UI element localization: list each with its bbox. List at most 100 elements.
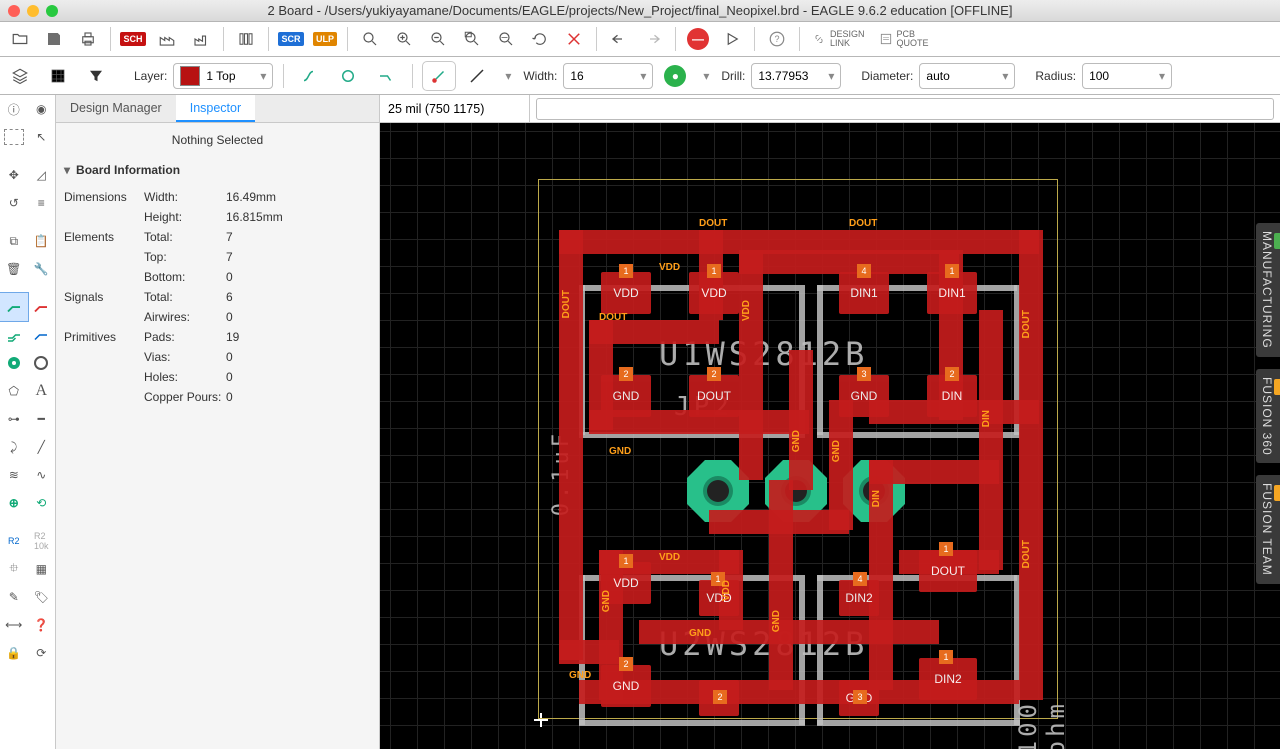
text-tool[interactable]: A [28,377,56,405]
radius-select[interactable]: 100▾ [1082,63,1172,89]
pkg-tool[interactable]: ▦ [28,555,56,583]
select-arrow-tool[interactable]: ↖ [28,123,55,151]
paint-tool[interactable]: ✎ [0,583,28,611]
tab-inspector[interactable]: Inspector [176,95,255,122]
hole-tool[interactable] [28,349,56,377]
drill-select[interactable]: 13.77953▾ [751,63,841,89]
board-info-header[interactable]: ▾ Board Information [56,157,379,183]
show-tool[interactable]: ◉ [28,95,56,123]
maximize-window-button[interactable] [46,5,58,17]
command-input[interactable] [536,98,1274,120]
cancel-button[interactable] [558,25,590,53]
diameter-select[interactable]: auto▾ [919,63,1015,89]
name-tool[interactable]: R2 [0,527,28,555]
factory2-icon [192,30,210,48]
redraw-button[interactable] [524,25,556,53]
go-via-button[interactable]: ● [659,62,691,90]
ripup-tool[interactable] [28,293,56,321]
info-tool[interactable]: ⓘ [0,95,28,123]
stop-button[interactable]: — [682,25,714,53]
via-dd[interactable]: ▾ [697,62,715,90]
attribute-tool[interactable]: 🏷 [28,583,56,611]
print-button[interactable] [72,25,104,53]
manufacturing-button[interactable] [185,25,217,53]
layers-display-button[interactable] [4,62,36,90]
go-button[interactable] [716,25,748,53]
pcb-quote-button[interactable]: PCB QUOTE [873,25,935,53]
lock-tool[interactable]: 🔒 [0,639,28,667]
wire-style-dd[interactable]: ▾ [499,62,517,90]
zoom-in-button[interactable] [388,25,420,53]
filter-button[interactable] [80,62,112,90]
save-button[interactable] [38,25,70,53]
mirror-tool[interactable]: ◿ [28,161,56,189]
miter-tool[interactable]: ≋ [0,461,28,489]
zoom-window-button[interactable] [456,25,488,53]
dock-tab-manufacturing[interactable]: MANUFACTURING [1256,223,1280,357]
change-tool[interactable]: 🔧 [28,255,56,283]
library-button[interactable] [230,25,262,53]
delete-tool[interactable]: 🗑 [0,255,28,283]
route-tool[interactable] [0,293,28,321]
copy-tool[interactable]: ⧉ [0,227,28,255]
wire-style-button[interactable] [461,62,493,90]
help-button[interactable]: ? [761,25,793,53]
group-tool[interactable] [4,129,24,145]
smash-tool[interactable]: ⯐ [0,555,28,583]
quickroute-tool[interactable] [28,321,56,349]
rotate-tool[interactable]: ↺ [0,189,28,217]
dock-tab-fusion360[interactable]: FUSION 360 [1256,369,1280,464]
cam-button[interactable] [151,25,183,53]
radius-value: 100 [1089,69,1109,83]
undo-button[interactable] [603,25,635,53]
slice-tool[interactable]: ╱ [28,433,56,461]
measure-tool[interactable]: ❓ [28,611,56,639]
value-tool[interactable]: R210k [28,527,56,555]
ripup-icon [32,298,50,316]
route-mode1-button[interactable] [294,62,326,90]
zoom-fit-button[interactable] [354,25,386,53]
polygon-tool[interactable]: ⬠ [0,377,28,405]
split-tool[interactable]: ⤸ [0,433,28,461]
layer-select[interactable]: 1 Top ▾ [173,63,273,89]
paste-tool[interactable]: 📋 [28,227,56,255]
minimize-window-button[interactable] [27,5,39,17]
pcb-canvas[interactable]: U1WS2812B U2WS2812B JP2 100 ohm 0.1uF [380,123,1280,749]
move-tool[interactable]: ✥ [0,161,28,189]
script-button[interactable]: SCR [275,25,307,53]
meander-tool[interactable]: ∿ [28,461,56,489]
redo-button[interactable] [637,25,669,53]
route-mode2-button[interactable] [332,62,364,90]
chevron-down-icon: ▾ [260,69,266,83]
route-multi-tool[interactable] [0,321,28,349]
silk-line [817,720,1020,726]
zoom-out-button[interactable] [422,25,454,53]
replace-tool[interactable]: ⟲ [28,489,56,517]
grid-button[interactable] [42,62,74,90]
tab-design-manager[interactable]: Design Manager [56,95,176,122]
route-mode3-button[interactable] [370,62,402,90]
via-tool[interactable] [0,349,28,377]
net-tool[interactable]: ⊶ [0,405,28,433]
width-select[interactable]: 16▾ [563,63,653,89]
chevron-down-icon: ▾ [828,69,834,83]
align-tool[interactable]: ≡ [28,189,56,217]
info-row: Bottom:0 [64,267,371,287]
optimize-tool[interactable]: ⟳ [28,639,56,667]
ulp-button[interactable]: ULP [309,25,341,53]
zoom-in-icon [395,30,413,48]
design-link-button[interactable]: DESIGN LINK [806,25,871,53]
net-label: VDD [659,262,680,273]
net-label: DIN [981,410,992,427]
stop-icon: — [687,28,709,50]
line-tool[interactable]: ━ [28,405,56,433]
switch-schematic-button[interactable]: SCH [117,25,149,53]
open-button[interactable] [4,25,36,53]
zoom-select-button[interactable] [490,25,522,53]
dimension-tool[interactable]: ⟷ [0,611,28,639]
info-key: Total: [144,230,226,244]
dock-tab-fusionteam[interactable]: FUSION TEAM [1256,475,1280,584]
bend-style-button[interactable] [423,62,455,90]
close-window-button[interactable] [8,5,20,17]
add-tool[interactable]: ⊕ [0,489,28,517]
